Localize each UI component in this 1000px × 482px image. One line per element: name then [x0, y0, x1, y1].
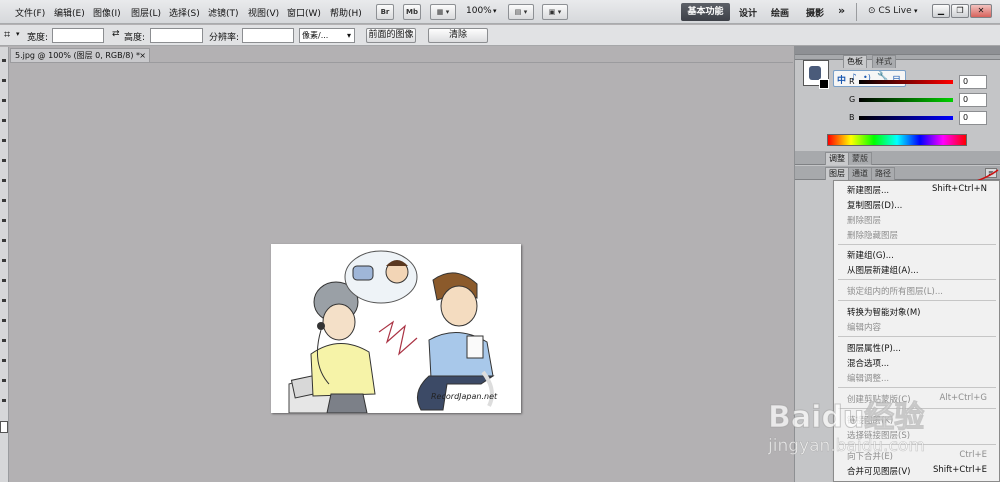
menu-item-blending-options[interactable]: 混合选项... — [847, 357, 889, 369]
menu-item-select-linked-layers: 选择链接图层(S) — [847, 431, 911, 441]
menu-item-delete-hidden-layers: 删除隐藏图层 — [847, 231, 899, 241]
menu-item-new-group[interactable]: 新建组(G)... — [847, 249, 894, 261]
menu-separator — [838, 387, 996, 388]
menu-separator — [838, 244, 996, 245]
menu-item-new-layer[interactable]: 新建图层... Shift+Ctrl+N — [847, 184, 987, 196]
menu-item-label: 向下合并(E) — [847, 452, 894, 462]
menu-item-label: 合并可见图层(V) — [847, 467, 911, 477]
menu-item-group-from-layers[interactable]: 从图层新建组(A)... — [847, 264, 919, 276]
menu-item-edit-adjustment: 编辑调整... — [847, 374, 890, 384]
menu-separator — [838, 300, 996, 301]
menu-item-edit-contents: 编辑内容 — [847, 323, 882, 333]
menu-item-shortcut: Ctrl+E — [959, 450, 987, 460]
menu-item-lock-layers: 锁定组内的所有图层(L)... — [847, 287, 943, 297]
menu-item-shortcut: Shift+Ctrl+E — [932, 465, 987, 475]
menu-item-label: 创建剪贴蒙版(C) — [847, 395, 911, 405]
menu-item-label: 新建图层... — [847, 186, 890, 196]
menu-item-delete-layer: 删除图层 — [847, 216, 882, 226]
menu-item-convert-smart-object[interactable]: 转换为智能对象(M) — [847, 306, 920, 318]
menu-separator — [838, 408, 996, 409]
menu-separator — [838, 444, 996, 445]
menu-item-layer-properties[interactable]: 图层属性(P)... — [847, 342, 901, 354]
menu-item-clipping-mask: 创建剪贴蒙版(C) Alt+Ctrl+G — [847, 393, 987, 405]
menu-item-merge-down: 向下合并(E) Ctrl+E — [847, 450, 987, 462]
menu-item-shortcut: Alt+Ctrl+G — [939, 393, 987, 403]
menu-separator — [838, 336, 996, 337]
menu-separator — [838, 279, 996, 280]
menu-item-merge-visible[interactable]: 合并可见图层(V) Shift+Ctrl+E — [847, 465, 987, 477]
menu-item-shortcut: Shift+Ctrl+N — [931, 184, 987, 194]
menu-item-link-layers: 链接图层(K) — [847, 416, 894, 426]
menu-item-duplicate-layer[interactable]: 复制图层(D)... — [847, 199, 902, 211]
layer-panel-menu: 新建图层... Shift+Ctrl+N 复制图层(D)... 删除图层 删除隐藏… — [833, 180, 1000, 482]
